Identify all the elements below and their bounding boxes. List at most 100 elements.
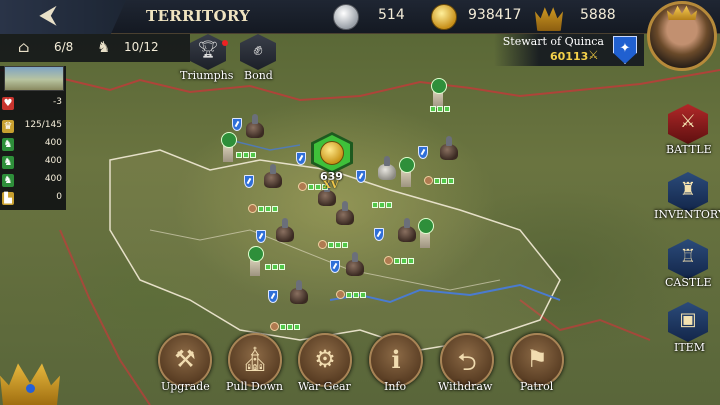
castle-icon: ♖ bbox=[679, 246, 697, 267]
stat-row: ♞ 400 bbox=[0, 137, 66, 153]
chest-icon: ▣ bbox=[679, 309, 697, 330]
stat-row: ♞ 400 bbox=[0, 173, 66, 189]
info-icon: i bbox=[391, 345, 401, 374]
player-portrait[interactable] bbox=[647, 1, 717, 71]
player-power: 60113 bbox=[550, 50, 589, 63]
info-label: Info bbox=[384, 380, 407, 393]
upgrade-label: Upgrade bbox=[161, 380, 210, 393]
silver-value: 514 bbox=[378, 7, 405, 23]
bond-label: Bond bbox=[244, 69, 273, 82]
selected-city-marker[interactable] bbox=[311, 132, 353, 174]
houses-icon: ⌂ bbox=[18, 38, 30, 56]
pull-down-label: Pull Down bbox=[226, 380, 283, 393]
unit-status-bar bbox=[430, 104, 450, 113]
stat-value: 0 bbox=[56, 192, 62, 202]
unit-status-bar bbox=[248, 204, 278, 213]
stat-row: ▙ 0 bbox=[0, 191, 66, 207]
army-unit[interactable] bbox=[434, 136, 462, 166]
back-arrow-icon[interactable]: ⮜ bbox=[40, 4, 86, 28]
unit-banner-icon bbox=[268, 290, 278, 303]
city-rank: XV bbox=[323, 180, 339, 191]
buildings-count: 6/8 bbox=[54, 40, 74, 54]
pull-down-button[interactable]: ⛪︎ bbox=[228, 333, 282, 387]
unit-banner-icon bbox=[244, 175, 254, 188]
unit-banner-icon bbox=[374, 228, 384, 241]
unit-status-bar bbox=[424, 176, 454, 185]
army-unit[interactable] bbox=[330, 201, 358, 231]
gold-value: 938417 bbox=[468, 7, 522, 23]
unit-status-bar bbox=[336, 290, 366, 299]
unit-status-bar bbox=[265, 262, 285, 271]
generals-count: 10/12 bbox=[124, 40, 159, 54]
silver-coin-icon bbox=[333, 4, 359, 30]
army-unit[interactable] bbox=[240, 114, 268, 144]
unit-status-bar bbox=[236, 150, 256, 159]
withdraw-label: Withdraw bbox=[438, 380, 493, 393]
unit-banner-icon bbox=[356, 170, 366, 183]
battle-map-icon: ⚔ bbox=[679, 111, 697, 132]
player-name: Stewart of Quinca bbox=[502, 35, 604, 48]
unit-banner-icon bbox=[296, 152, 306, 165]
hammer-icon: ⚒ bbox=[174, 345, 196, 373]
army-unit[interactable] bbox=[258, 164, 286, 194]
patrol-label: Patrol bbox=[520, 380, 554, 393]
page-title: TERRITORY bbox=[146, 7, 251, 25]
crown-gem-icon bbox=[26, 384, 35, 393]
unit-status-bar bbox=[372, 200, 392, 209]
withdraw-button[interactable]: ⮌ bbox=[440, 333, 494, 387]
army-unit[interactable] bbox=[340, 252, 368, 282]
flag-icon: ⚑ bbox=[526, 345, 548, 373]
stat-row: ♥ -3 bbox=[0, 96, 66, 112]
gauntlet-icon: ✊︎ bbox=[253, 40, 263, 60]
crossed-swords-icon: ⚔ bbox=[588, 48, 599, 62]
stat-value: 400 bbox=[44, 174, 62, 184]
army-unit[interactable] bbox=[284, 280, 312, 310]
watchtower-icon[interactable] bbox=[221, 132, 237, 162]
stat-row: ♞ 400 bbox=[0, 155, 66, 171]
horse-icon: ♞ bbox=[2, 138, 14, 151]
gold-coin-icon bbox=[320, 141, 344, 165]
church-icon: ⛪︎ bbox=[239, 345, 271, 373]
catapult-icon: ⚙ bbox=[314, 345, 336, 373]
stat-value: 400 bbox=[44, 138, 62, 148]
crowns-value: 5888 bbox=[580, 7, 616, 23]
stat-value: -3 bbox=[53, 97, 62, 107]
info-button[interactable]: i bbox=[369, 333, 423, 387]
horse-icon: ♞ bbox=[2, 174, 14, 187]
upgrade-button[interactable]: ⚒ bbox=[158, 333, 212, 387]
castle-label: CASTLE bbox=[665, 276, 712, 289]
army-unit[interactable] bbox=[270, 218, 298, 248]
inventory-label: INVENTORY bbox=[654, 208, 720, 221]
unit-banner-icon bbox=[232, 118, 242, 131]
patrol-button[interactable]: ⚑ bbox=[510, 333, 564, 387]
watchtower-icon[interactable] bbox=[248, 246, 264, 276]
alert-dot bbox=[222, 40, 228, 46]
triumphs-label: Triumphs bbox=[180, 69, 234, 82]
horse-icon: ♞ bbox=[2, 156, 14, 169]
heart-icon: ♥ bbox=[2, 97, 14, 110]
unit-banner-icon bbox=[256, 230, 266, 243]
battle-label: BATTLE bbox=[666, 143, 712, 156]
crown-small-icon: ♛ bbox=[2, 120, 14, 133]
stat-value: 400 bbox=[44, 156, 62, 166]
unit-banner-icon bbox=[330, 260, 340, 273]
item-label: ITEM bbox=[674, 341, 705, 354]
unit-status-bar bbox=[318, 240, 348, 249]
gold-coin-icon bbox=[431, 4, 457, 30]
army-unit[interactable] bbox=[372, 156, 400, 186]
unit-banner-icon bbox=[418, 146, 428, 159]
unit-status-bar bbox=[384, 256, 414, 265]
unit-status-bar bbox=[270, 322, 300, 331]
boot-icon: ▙ bbox=[2, 192, 14, 205]
city-thumbnail[interactable] bbox=[4, 66, 64, 91]
tower-icon: ♜ bbox=[679, 179, 697, 200]
war-gear-label: War Gear bbox=[298, 380, 351, 393]
stat-value: 125/145 bbox=[24, 120, 62, 130]
trophy-icon: 🏆︎ bbox=[197, 40, 219, 60]
knight-helmet-icon: ♞ bbox=[97, 38, 111, 56]
army-unit[interactable] bbox=[392, 218, 420, 248]
war-gear-button[interactable]: ⚙ bbox=[298, 333, 352, 387]
stat-row: ♛ 125/145 bbox=[0, 119, 66, 135]
watchtower-icon[interactable] bbox=[399, 157, 415, 187]
watchtower-icon[interactable] bbox=[418, 218, 434, 248]
